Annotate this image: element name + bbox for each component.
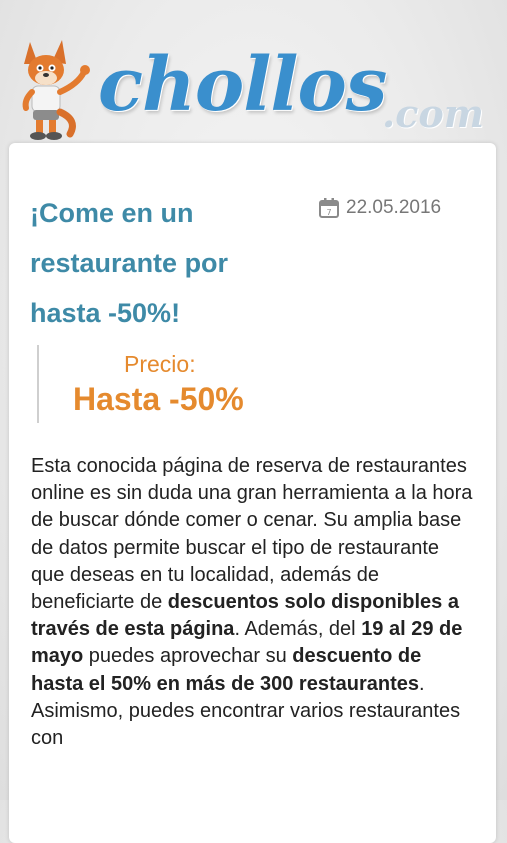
fox-mascot-logo[interactable]	[18, 30, 98, 142]
price-value: Hasta -50%	[73, 381, 244, 417]
description-text: Esta conocida página de reserva de resta…	[31, 455, 473, 614]
site-header: chollos .com	[0, 0, 507, 150]
logo-domain-suffix: .com	[382, 91, 484, 136]
price-box: Precio: Hasta -50%	[37, 345, 284, 423]
publish-date: 7 22.05.2016	[318, 197, 441, 219]
svg-text:7: 7	[326, 208, 331, 217]
deal-title: ¡Come en un restaurante por hasta -50%!	[30, 198, 229, 328]
deal-description: Esta conocida página de reserva de resta…	[31, 453, 476, 752]
description-text: puedes aprovechar su	[83, 645, 293, 668]
calendar-icon: 7	[319, 198, 339, 218]
logo-wordmark[interactable]: chollos	[98, 48, 387, 122]
date-text: 22.05.2016	[346, 197, 442, 218]
description-text: . Además, del	[234, 618, 362, 641]
deal-card: ¡Come en un restaurante por hasta -50%! …	[9, 143, 496, 843]
price-label: Precio:	[124, 351, 196, 377]
